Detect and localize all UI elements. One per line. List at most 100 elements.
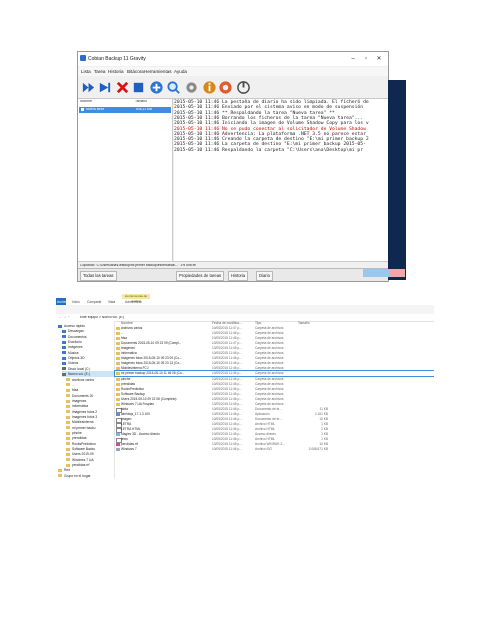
location-icon — [62, 356, 66, 360]
link-icon — [116, 433, 120, 437]
address-path[interactable]: Este equipo > Nuevo vol. (E:) — [80, 316, 124, 319]
folder-icon — [66, 399, 70, 403]
column-date[interactable]: Fecha de modifica... — [212, 321, 242, 325]
window-title: Cobian Backup 11 Gravity — [88, 56, 146, 62]
menu-ayuda[interactable]: Ayuda — [174, 69, 187, 74]
tab-all-tasks[interactable]: Todas las tareas — [80, 271, 117, 281]
menu-herramientas[interactable]: Herramientas — [144, 69, 172, 74]
app-icon — [116, 412, 120, 416]
ribbon-tabs: Archivo Inicio Compartir Vista Administr… — [56, 293, 434, 305]
task-list: Nombre Tamaño Nueva tarea 606,11 MB — [78, 99, 173, 261]
file-name: Windows 7 — [121, 447, 137, 452]
column-size[interactable]: Tamaño — [298, 321, 310, 325]
stop-icon[interactable] — [131, 80, 146, 95]
location-icon — [62, 372, 66, 376]
nav-item-label: pendidas.rrf — [72, 463, 90, 468]
folder-icon — [66, 458, 70, 462]
tab-inicio[interactable]: Inicio — [72, 300, 80, 304]
menu-historia[interactable]: Historia — [108, 69, 124, 74]
tab-archivo[interactable]: Archivo — [57, 300, 68, 304]
location-icon — [62, 346, 66, 350]
toolbar — [78, 77, 388, 99]
cobian-window: Cobian Backup 11 Gravity – ▫ ✕ Lista Tar… — [77, 51, 389, 282]
location-icon — [62, 335, 66, 339]
task-icon — [81, 108, 84, 111]
task-row[interactable]: Nueva tarea 606,11 MB — [79, 107, 171, 113]
folder-icon — [116, 327, 120, 330]
folder-icon — [66, 453, 70, 457]
task-name: Nueva tarea — [86, 108, 105, 112]
file-date: 10/05/2015 11:46 p... — [212, 447, 242, 452]
folder-icon — [66, 388, 70, 392]
folder-icon — [66, 394, 70, 398]
location-icon — [58, 324, 62, 328]
cobian-titlebar: Cobian Backup 11 Gravity – ▫ ✕ — [78, 52, 388, 66]
close-icon[interactable]: ✕ — [374, 55, 384, 63]
folder-icon — [116, 337, 120, 341]
maximize-icon[interactable]: ▫ — [361, 55, 371, 63]
folder-icon — [66, 378, 70, 382]
folder-icon — [66, 383, 70, 387]
iso-icon — [116, 448, 120, 452]
alert-strip — [389, 269, 405, 277]
location-icon — [62, 329, 66, 333]
info-icon[interactable] — [202, 80, 217, 95]
add-task-icon[interactable] — [149, 80, 164, 95]
folder-icon — [116, 382, 120, 386]
folder-icon — [66, 404, 70, 408]
status-text: Copiando "C:\Users\ana\Desktop\mi primer… — [80, 264, 197, 267]
gear-icon[interactable] — [184, 80, 199, 95]
exit-icon[interactable] — [236, 80, 251, 95]
run-selected-icon[interactable] — [97, 80, 112, 95]
tab-history[interactable]: Historia — [228, 271, 249, 281]
menu-tarea[interactable]: Tarea — [94, 69, 106, 74]
column-name[interactable]: Nombre — [80, 100, 92, 103]
menu-lista[interactable]: Lista — [81, 69, 91, 74]
folder-icon — [66, 463, 70, 467]
column-type[interactable]: Tipo — [255, 321, 261, 325]
folder-icon — [66, 410, 70, 414]
task-size: 606,11 MB — [136, 108, 153, 112]
folder-icon — [116, 387, 120, 391]
folder-icon — [116, 342, 120, 346]
folder-icon — [116, 332, 120, 336]
tab-vista[interactable]: Vista — [108, 300, 115, 304]
tab-log[interactable]: Diario — [256, 271, 273, 281]
folder-icon — [116, 352, 120, 356]
column-size[interactable]: Tamaño — [135, 100, 147, 103]
tab-compartir[interactable]: Compartir — [87, 300, 101, 304]
search-icon[interactable] — [166, 80, 181, 95]
app-icon — [80, 55, 86, 61]
run-all-icon[interactable] — [81, 80, 96, 95]
column-name[interactable]: Nombre — [121, 321, 133, 325]
file-list: Nombre Fecha de modifica... Tipo Tamaño … — [114, 321, 434, 479]
delete-icon[interactable] — [115, 80, 130, 95]
folder-icon — [66, 431, 70, 435]
folder-icon — [66, 415, 70, 419]
help-icon[interactable] — [218, 80, 233, 95]
location-icon — [62, 351, 66, 355]
folder-icon — [116, 402, 120, 406]
menu-bitacora[interactable]: Bitácora — [127, 69, 144, 74]
file-type: Archivo ISO — [255, 447, 273, 452]
menubar: Lista Tarea Historia Bitácora Herramient… — [78, 67, 388, 76]
minimize-icon[interactable]: – — [348, 55, 358, 63]
progress-strip — [363, 269, 389, 277]
folder-icon — [58, 474, 62, 478]
location-icon — [62, 340, 66, 344]
folder-icon — [66, 442, 70, 446]
nav-item[interactable]: Grupo en el hogar — [58, 473, 91, 479]
folder-icon — [116, 372, 120, 376]
folder-icon — [116, 357, 120, 361]
folder-icon — [66, 420, 70, 424]
location-icon — [62, 367, 66, 371]
folder-icon — [116, 397, 120, 401]
folder-icon — [66, 436, 70, 440]
file-row[interactable]: Windows 7 10/05/2015 11:46 p... Archivo IS… — [115, 447, 434, 452]
back-icon[interactable]: ← → ↑ — [59, 316, 69, 319]
tab-task-properties[interactable]: Propiedades de tareas — [176, 271, 225, 281]
folder-icon — [116, 347, 120, 351]
location-icon — [62, 362, 66, 366]
zip-icon — [116, 443, 120, 447]
folder-icon — [116, 392, 120, 396]
